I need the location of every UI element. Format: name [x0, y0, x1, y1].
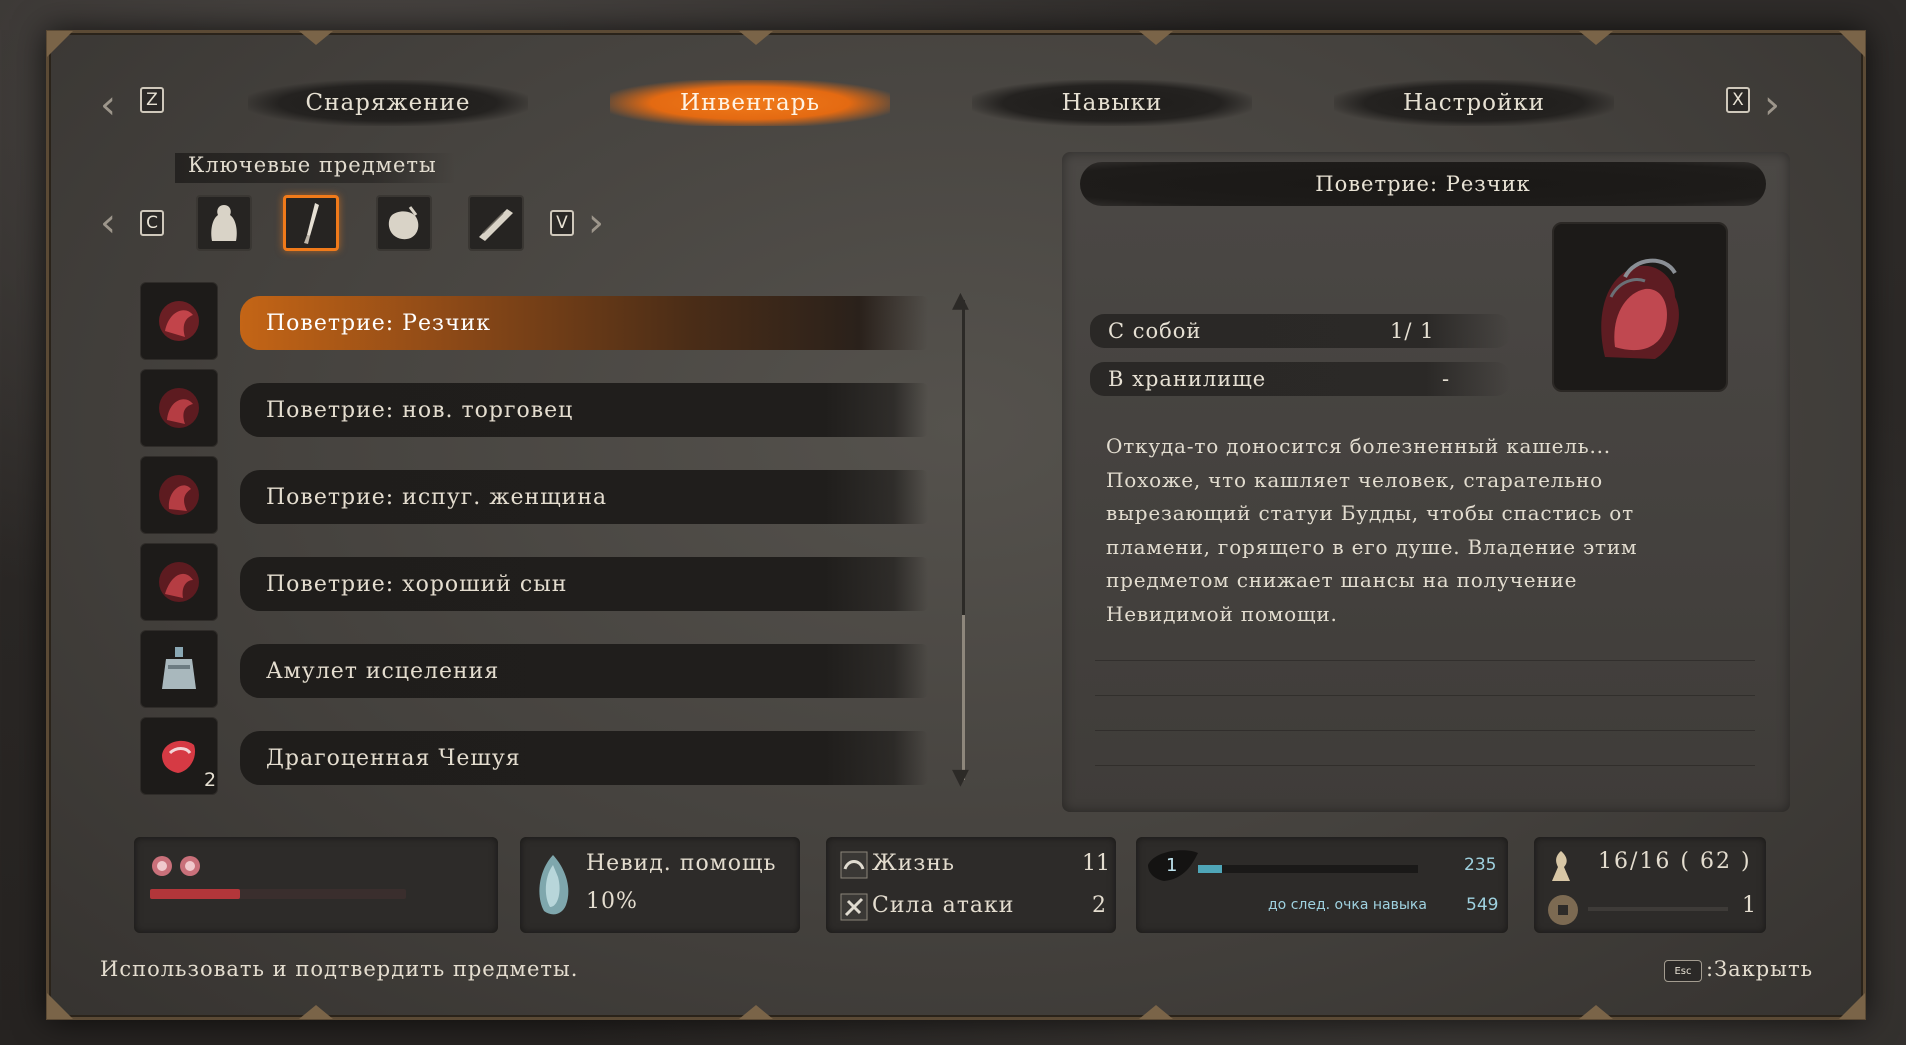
rot-essence-portrait-icon — [1552, 222, 1728, 392]
item-label: Поветрие: испуг. женщина — [240, 470, 928, 524]
frame-ornament — [1579, 1005, 1613, 1019]
vitality-value: 11 — [1082, 851, 1110, 876]
next-point-value: 549 — [1466, 895, 1499, 915]
spirit-emblems-value: 16/16 ( 62 ) — [1598, 849, 1752, 874]
control-hint: Использовать и подтвердить предметы. — [100, 957, 579, 981]
rot-essence-icon — [140, 456, 218, 534]
detail-title: Поветрие: Резчик — [1080, 162, 1766, 206]
frame-ornament — [739, 31, 773, 45]
divider — [1095, 660, 1755, 661]
storage-count-row: В хранилище - — [1090, 362, 1510, 396]
frame-ornament — [1139, 1005, 1173, 1019]
list-item[interactable]: Поветрие: хороший сын — [140, 543, 930, 623]
tab-equipment[interactable]: Снаряжение — [248, 80, 528, 126]
list-item[interactable]: 2 Драгоценная Чешуя — [140, 717, 930, 797]
held-label: С собой — [1108, 319, 1202, 343]
tab-skills[interactable]: Навыки — [972, 80, 1252, 126]
list-item[interactable]: Поветрие: испуг. женщина — [140, 456, 930, 536]
sen-divider — [1588, 907, 1728, 911]
item-label: Поветрие: хороший сын — [240, 557, 928, 611]
item-label: Поветрие: Резчик — [240, 296, 928, 350]
list-item[interactable]: Амулет исцеления — [140, 630, 930, 710]
tab-settings[interactable]: Настройки — [1334, 80, 1614, 126]
next-point-label: до след. очка навыка — [1268, 897, 1427, 913]
sen-coin-icon — [1548, 895, 1578, 925]
list-item[interactable]: Поветрие: Резчик — [140, 282, 930, 362]
held-count-row: С собой 1/ 1 — [1090, 314, 1510, 348]
pouch-icon[interactable] — [376, 195, 432, 251]
carving-knife-icon[interactable] — [283, 195, 339, 251]
stats-panel: Жизнь 11 Сила атаки 2 — [826, 837, 1116, 933]
tab-next-arrow-icon[interactable]: › — [1764, 85, 1780, 125]
frame-corner — [1839, 31, 1865, 57]
frame-ornament — [739, 1005, 773, 1019]
scroll-icon[interactable] — [468, 195, 524, 251]
unseen-aid-panel: Невид. помощь 10% — [520, 837, 800, 933]
tab-prev-arrow-icon[interactable]: ‹ — [100, 85, 116, 125]
frame-ornament — [299, 1005, 333, 1019]
healing-charm-icon — [140, 630, 218, 708]
close-label[interactable]: :Закрыть — [1706, 957, 1813, 981]
scroll-down-icon[interactable]: ▼ — [952, 765, 969, 790]
item-description: Откуда-то доносится болезненный кашель..… — [1106, 430, 1706, 631]
tab-next-key: X — [1726, 87, 1750, 113]
held-value: 1/ 1 — [1390, 319, 1435, 343]
category-prev-key: C — [140, 210, 164, 236]
skill-exp-fill — [1198, 865, 1222, 873]
frame-corner — [47, 993, 73, 1019]
category-next-key: V — [550, 210, 574, 236]
category-title: Ключевые предметы — [175, 153, 455, 183]
skill-panel: 1 235 до след. очка навыка 549 — [1136, 837, 1508, 933]
rot-essence-icon — [140, 282, 218, 360]
category-next-arrow-icon[interactable]: › — [588, 203, 604, 243]
frame-corner — [1839, 993, 1865, 1019]
storage-label: В хранилище — [1108, 367, 1267, 391]
storage-value: - — [1442, 367, 1451, 391]
list-item[interactable]: Поветрие: нов. торговец — [140, 369, 930, 449]
divider — [1095, 765, 1755, 766]
description-line: вырезающий статуи Будды, чтобы спастись … — [1106, 501, 1634, 525]
frame-corner — [47, 31, 73, 57]
vitality-icon — [840, 851, 868, 879]
skill-points-value: 1 — [1166, 855, 1178, 876]
unseen-aid-icon — [539, 855, 569, 915]
description-line: пламени, горящего в его душе. Владение э… — [1106, 534, 1638, 559]
rot-essence-icon — [140, 369, 218, 447]
attack-power-value: 2 — [1092, 893, 1106, 918]
resources-panel: 16/16 ( 62 ) 1 — [1534, 837, 1766, 933]
sen-value: 1 — [1742, 893, 1756, 918]
esc-key[interactable]: Esc — [1664, 960, 1702, 982]
attack-power-icon — [840, 893, 868, 921]
tab-prev-key: Z — [140, 87, 164, 113]
health-panel — [134, 837, 498, 933]
unseen-aid-value: 10% — [586, 889, 638, 914]
item-label: Амулет исцеления — [240, 644, 928, 698]
attack-power-label: Сила атаки — [872, 893, 1015, 918]
tab-inventory[interactable]: Инвентарь — [610, 80, 890, 126]
unseen-aid-label: Невид. помощь — [586, 851, 777, 876]
skill-exp-track — [1198, 865, 1418, 873]
rot-essence-icon — [140, 543, 218, 621]
description-line: Похоже, что кашляет человек, старательно — [1106, 467, 1603, 492]
description-line: Невидимой помощи. — [1106, 601, 1338, 626]
spirit-emblem-icon — [1552, 851, 1570, 881]
scrollbar-thumb[interactable] — [962, 615, 965, 780]
vitality-label: Жизнь — [872, 851, 956, 876]
scroll-up-icon[interactable]: ▲ — [952, 288, 969, 313]
item-count: 2 — [204, 769, 217, 791]
description-line: Откуда-то доносится болезненный кашель..… — [1106, 434, 1611, 458]
frame-ornament — [1579, 31, 1613, 45]
item-label: Драгоценная Чешуя — [240, 731, 928, 785]
health-bar-fill — [150, 889, 240, 899]
figurine-icon[interactable] — [196, 195, 252, 251]
frame-ornament — [1139, 31, 1173, 45]
skill-exp-value: 235 — [1464, 855, 1497, 875]
description-line: предметом снижает шансы на получение — [1106, 568, 1578, 592]
item-label: Поветрие: нов. торговец — [240, 383, 928, 437]
divider — [1095, 695, 1755, 696]
resurrection-nodes-icon — [152, 856, 200, 876]
divider — [1095, 730, 1755, 731]
frame-ornament — [299, 31, 333, 45]
category-prev-arrow-icon[interactable]: ‹ — [100, 203, 116, 243]
